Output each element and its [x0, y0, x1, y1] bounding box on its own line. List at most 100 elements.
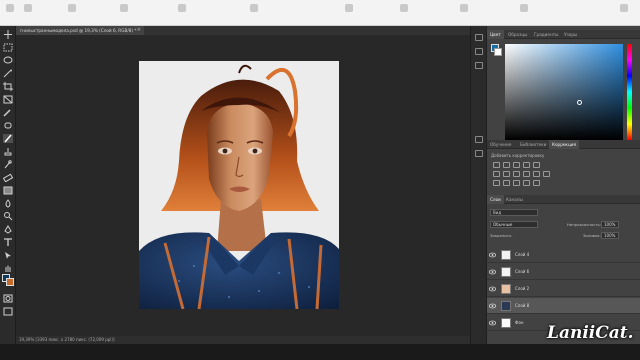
tab-channels[interactable]: Каналы: [503, 195, 526, 204]
levels-icon[interactable]: [503, 162, 510, 168]
color-background-swatch[interactable]: [494, 48, 502, 56]
menu-bar: [0, 0, 640, 16]
flow-icon[interactable]: [345, 4, 353, 12]
layer-name: Слой 2: [515, 286, 530, 291]
color-panel-tabs: Цвет Образцы Градиенты Узоры: [487, 30, 640, 39]
tool-preset-icon[interactable]: [24, 4, 32, 12]
brightness-icon[interactable]: [493, 162, 500, 168]
posterize-icon[interactable]: [503, 180, 510, 186]
layer-thumbnail: [501, 301, 511, 311]
fill-label: Заливка:: [583, 233, 601, 238]
home-icon[interactable]: [6, 4, 14, 12]
tab-adjustments[interactable]: Коррекция: [549, 140, 580, 149]
color-picker-field[interactable]: [505, 44, 623, 140]
character-icon[interactable]: [475, 150, 483, 157]
selective-color-icon[interactable]: [533, 180, 540, 186]
photoshop-window: гнилыстраннымодела.psd @ 19,3% (Слой 6, …: [0, 0, 640, 360]
brush-size-icon[interactable]: [120, 4, 128, 12]
settings-icon[interactable]: [520, 4, 528, 12]
channel-mixer-icon[interactable]: [533, 171, 540, 177]
photo-filter-icon[interactable]: [523, 171, 530, 177]
layer-row[interactable]: Слой 6: [487, 264, 640, 280]
color-balance-icon[interactable]: [503, 171, 510, 177]
crop-tool-icon[interactable]: [3, 82, 13, 91]
brush-settings-icon[interactable]: [475, 62, 483, 69]
tools-panel: [0, 26, 16, 360]
color-lookup-icon[interactable]: [543, 171, 550, 177]
type-tool-icon[interactable]: [3, 238, 13, 247]
document-tab[interactable]: гнилыстраннымодела.psd @ 19,3% (Слой 6, …: [16, 26, 144, 35]
invert-icon[interactable]: [493, 180, 500, 186]
eye-icon[interactable]: [489, 252, 496, 258]
layer-filter-select[interactable]: Вид: [490, 209, 538, 216]
layers-panel-tabs: Слои Каналы: [487, 195, 640, 204]
eye-icon[interactable]: [489, 320, 496, 326]
smoothing-icon[interactable]: [460, 4, 468, 12]
pen-tool-icon[interactable]: [3, 225, 13, 234]
mode-icon[interactable]: [178, 4, 186, 12]
lasso-tool-icon[interactable]: [3, 56, 13, 65]
hue-slider[interactable]: [627, 44, 632, 140]
layer-row[interactable]: Слой 2: [487, 281, 640, 297]
canvas-area[interactable]: [16, 35, 470, 336]
layer-row-selected[interactable]: Слой 8: [487, 298, 640, 314]
history-icon[interactable]: [475, 34, 483, 41]
eyedropper-icon[interactable]: [3, 108, 13, 117]
eye-icon[interactable]: [489, 286, 496, 292]
opacity-icon[interactable]: [250, 4, 258, 12]
right-panels: Цвет Образцы Градиенты Узоры Обучение Би…: [486, 26, 640, 360]
brush-tool-icon[interactable]: [3, 134, 13, 143]
screen-mode-icon[interactable]: [3, 307, 13, 316]
artwork-canvas[interactable]: [139, 61, 339, 309]
quick-mask-icon[interactable]: [3, 294, 13, 303]
path-selection-icon[interactable]: [3, 251, 13, 260]
tab-layers[interactable]: Слои: [487, 195, 504, 204]
search-icon[interactable]: [620, 4, 628, 12]
layer-thumbnail: [501, 318, 511, 328]
watermark: LaniiCat.: [547, 323, 634, 343]
move-tool-icon[interactable]: [3, 30, 13, 39]
eye-icon[interactable]: [489, 303, 496, 309]
layer-row[interactable]: Слой 4: [487, 247, 640, 263]
tab-swatches[interactable]: Образцы: [505, 30, 531, 39]
tab-gradients[interactable]: Градиенты: [531, 30, 561, 39]
background-color-swatch[interactable]: [6, 278, 14, 286]
healing-brush-icon[interactable]: [3, 121, 13, 130]
tab-color[interactable]: Цвет: [487, 30, 504, 39]
tab-libraries[interactable]: Библиотеки: [517, 140, 549, 149]
gradient-tool-icon[interactable]: [3, 186, 13, 195]
history-brush-icon[interactable]: [3, 160, 13, 169]
paragraph-icon[interactable]: [475, 136, 483, 143]
opacity-input[interactable]: 100%: [601, 221, 619, 228]
layer-name: Слой 4: [515, 252, 530, 257]
properties-icon[interactable]: [475, 48, 483, 55]
close-icon[interactable]: ×: [137, 26, 141, 35]
status-bar: 19,39% [3393 пикс. x 2780 пикс. (72,009 …: [16, 336, 470, 344]
stamp-tool-icon[interactable]: [3, 147, 13, 156]
lock-label: Закрепить:: [490, 233, 513, 238]
dodge-tool-icon[interactable]: [3, 212, 13, 221]
hand-tool-icon[interactable]: [3, 264, 13, 273]
frame-tool-icon[interactable]: [3, 95, 13, 104]
magic-wand-icon[interactable]: [3, 69, 13, 78]
airbrush-icon[interactable]: [400, 4, 408, 12]
vibrance-icon[interactable]: [533, 162, 540, 168]
black-white-icon[interactable]: [513, 171, 520, 177]
eraser-tool-icon[interactable]: [3, 173, 13, 182]
tab-patterns[interactable]: Узоры: [561, 30, 580, 39]
exposure-icon[interactable]: [523, 162, 530, 168]
eye-icon[interactable]: [489, 269, 496, 275]
taskbar: [0, 344, 640, 360]
threshold-icon[interactable]: [513, 180, 520, 186]
adjustments-hint: Добавить корректировку: [491, 153, 545, 158]
blur-tool-icon[interactable]: [3, 199, 13, 208]
brush-option-icon[interactable]: [68, 4, 76, 12]
color-picker-cursor[interactable]: [577, 100, 582, 105]
gradient-map-icon[interactable]: [523, 180, 530, 186]
fill-input[interactable]: 100%: [601, 232, 619, 239]
marquee-tool-icon[interactable]: [3, 43, 13, 52]
tab-learn[interactable]: Обучение: [487, 140, 514, 149]
curves-icon[interactable]: [513, 162, 520, 168]
blend-mode-select[interactable]: Обычные: [490, 221, 538, 228]
hue-saturation-icon[interactable]: [493, 171, 500, 177]
